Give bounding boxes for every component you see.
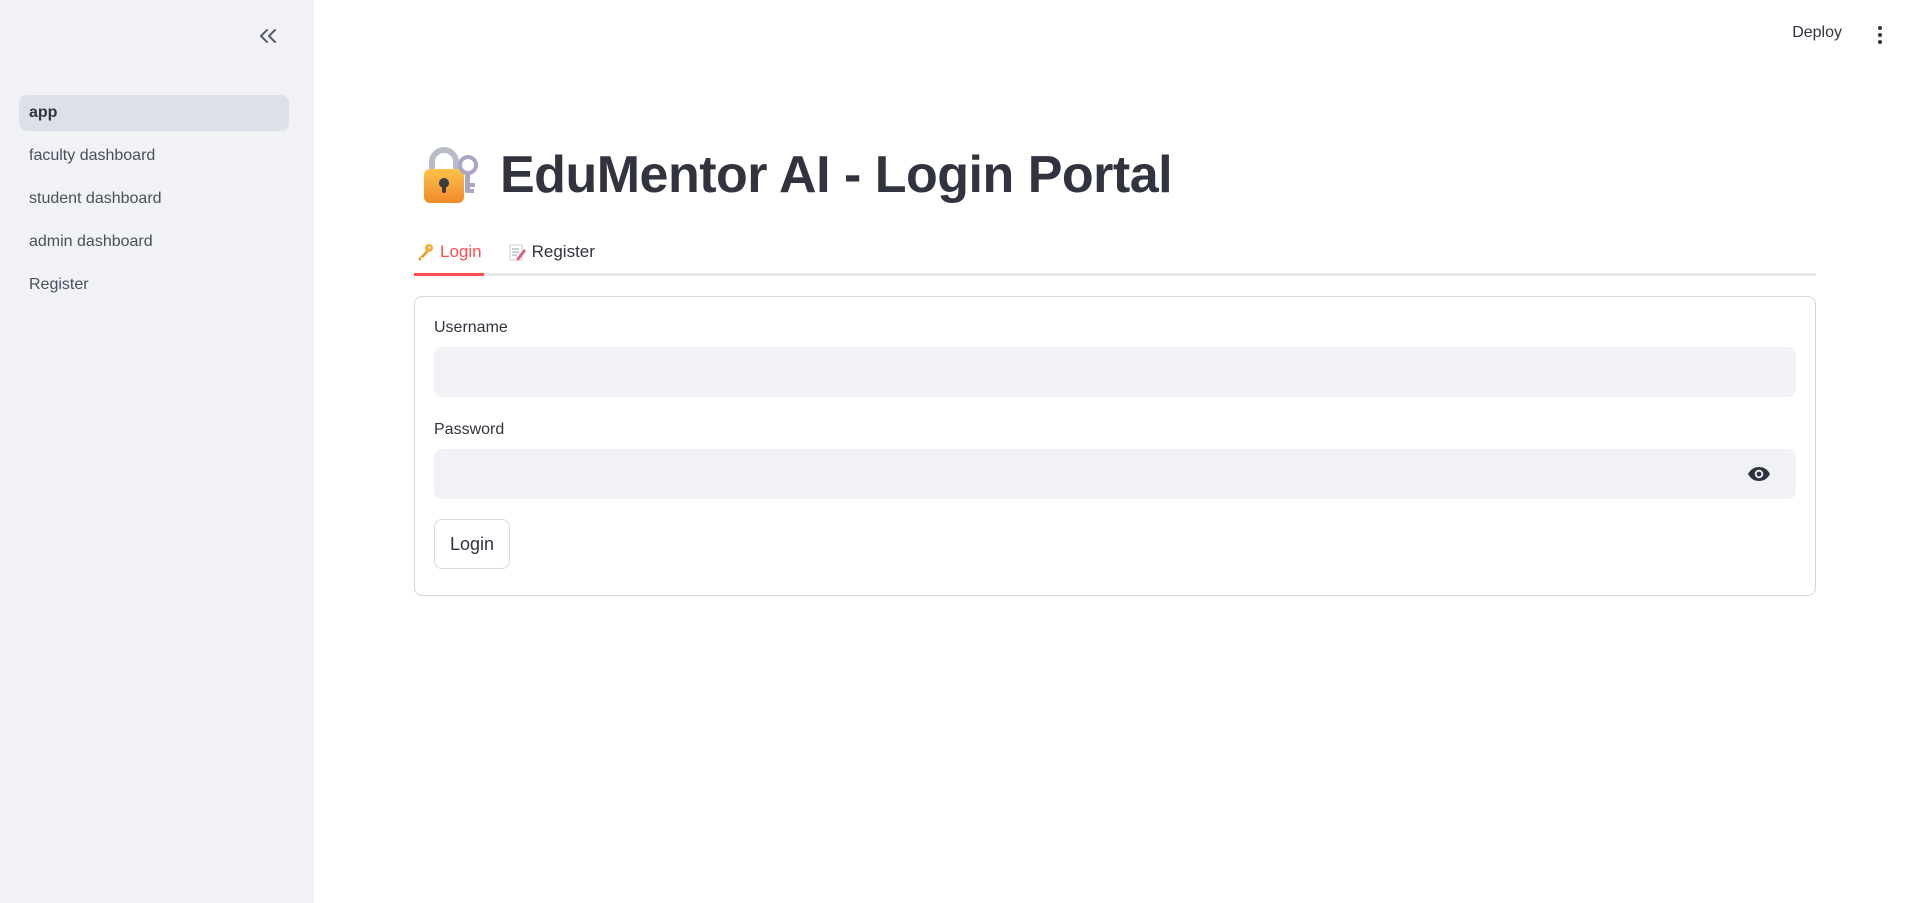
sidebar: app faculty dashboard student dashboard … (0, 0, 314, 903)
sidebar-item-label: Register (29, 276, 89, 293)
username-field-group: Username (434, 319, 1796, 397)
tab-login[interactable]: Login (414, 231, 484, 276)
app-root: app faculty dashboard student dashboard … (0, 0, 1912, 903)
tab-register[interactable]: Register (506, 231, 597, 273)
kebab-menu-icon[interactable] (1870, 22, 1890, 48)
memo-icon (509, 244, 526, 261)
title-row: EduMentor AI - Login Portal (414, 140, 1816, 210)
sidebar-item-app[interactable]: app (19, 95, 289, 131)
tab-bar: Login Register (414, 234, 1816, 276)
deploy-button[interactable]: Deploy (1792, 24, 1842, 42)
page-title: EduMentor AI - Login Portal (500, 146, 1173, 204)
sidebar-item-label: app (29, 104, 58, 121)
sidebar-item-student-dashboard[interactable]: student dashboard (19, 181, 289, 217)
password-field-group: Password (434, 421, 1796, 499)
sidebar-item-admin-dashboard[interactable]: admin dashboard (19, 224, 289, 260)
tab-label: Login (440, 242, 482, 261)
show-password-button[interactable] (1746, 462, 1772, 486)
main-area: Deploy EduMentor AI - Login Portal Login… (314, 0, 1912, 903)
sidebar-item-label: student dashboard (29, 190, 162, 207)
key-icon (418, 244, 433, 261)
content-block: EduMentor AI - Login Portal Login Regist… (414, 140, 1816, 596)
login-form: Username Password Login (414, 296, 1816, 596)
locked-with-key-icon (424, 147, 478, 203)
sidebar-item-register[interactable]: Register (19, 267, 289, 303)
sidebar-nav: app faculty dashboard student dashboard … (19, 95, 289, 310)
eye-icon (1748, 467, 1770, 481)
username-input[interactable] (434, 347, 1796, 397)
sidebar-item-label: faculty dashboard (29, 147, 156, 164)
password-input[interactable] (434, 449, 1796, 499)
login-button[interactable]: Login (434, 519, 511, 569)
sidebar-item-label: admin dashboard (29, 233, 153, 250)
tab-label: Register (531, 242, 595, 261)
double-chevron-left-icon (260, 29, 276, 43)
sidebar-item-faculty-dashboard[interactable]: faculty dashboard (19, 138, 289, 174)
username-label: Username (434, 319, 508, 336)
password-wrapper (434, 449, 1796, 499)
password-label: Password (434, 421, 505, 438)
collapse-sidebar-button[interactable] (254, 22, 282, 50)
